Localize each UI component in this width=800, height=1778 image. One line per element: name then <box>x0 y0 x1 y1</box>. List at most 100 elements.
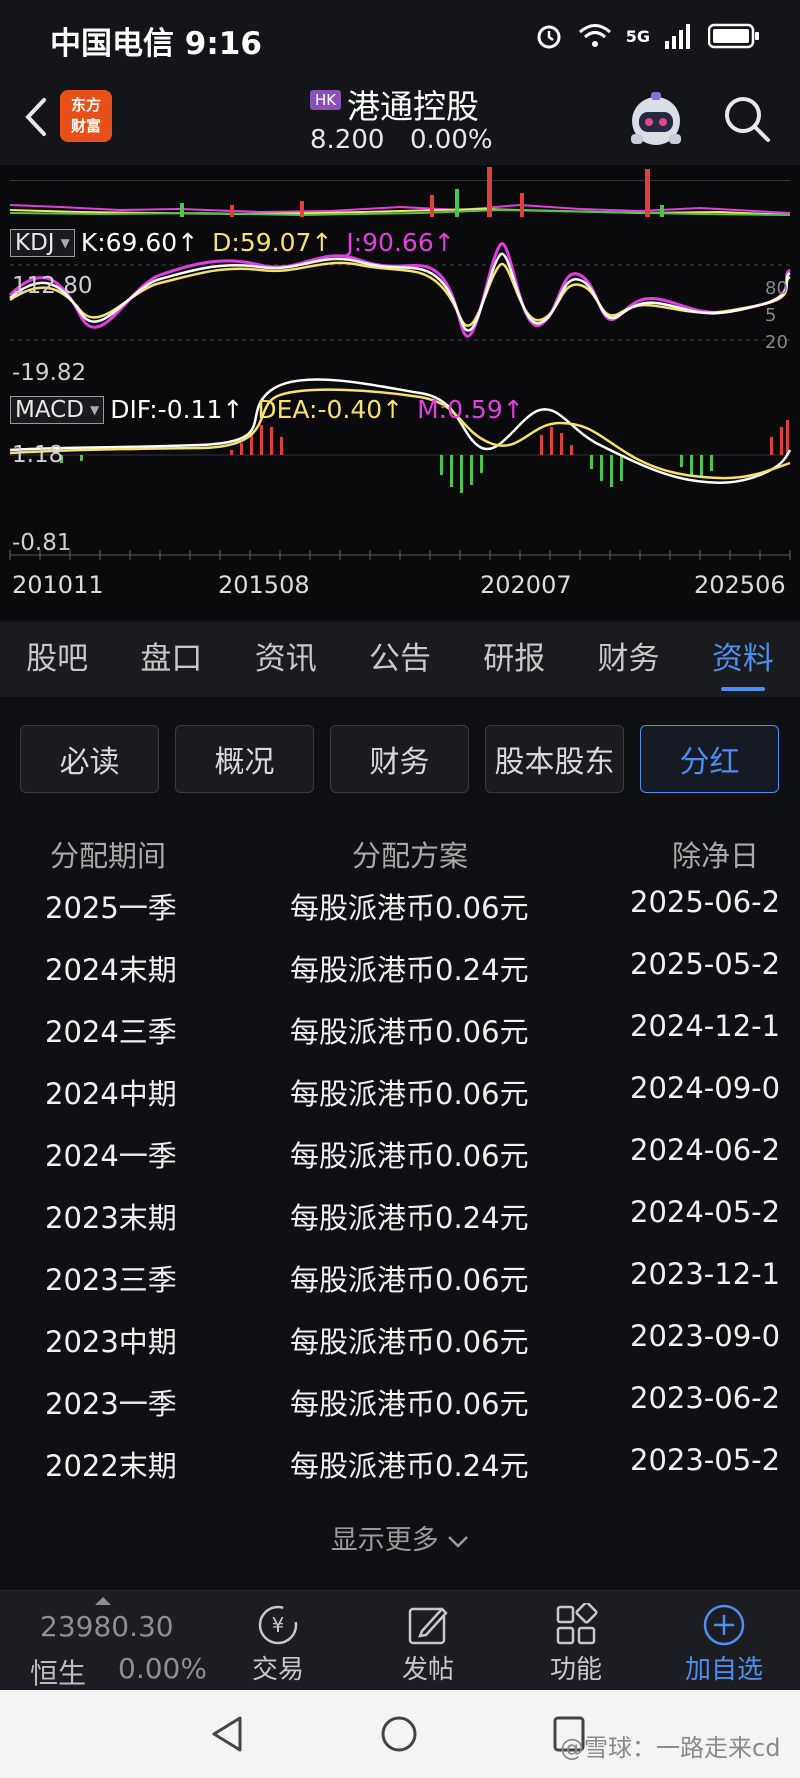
nav-post[interactable]: 发帖 <box>368 1601 488 1686</box>
kdj-y-max: 112.80 <box>12 273 93 299</box>
date-label: 201011 <box>12 571 104 599</box>
tab-finance[interactable]: 财务 <box>571 622 685 697</box>
table-row: 2024末期 每股派港币0.24元 2025-05-2 <box>0 947 800 1009</box>
nav-functions[interactable]: 功能 <box>516 1601 636 1686</box>
ex-date-cell: 2025-05-2 <box>630 947 781 981</box>
period-cell: 2025一季 <box>45 891 177 925</box>
watermark: @雪球：一路走来cd <box>560 1734 781 1762</box>
period-cell: 2023中期 <box>45 1325 177 1359</box>
subtab-finance[interactable]: 财务 <box>330 725 469 793</box>
date-axis <box>9 550 791 560</box>
macd-label: MACD <box>15 396 84 423</box>
tab-news[interactable]: 资讯 <box>229 622 343 697</box>
app-logo[interactable]: 东方 财富 <box>60 90 112 142</box>
table-row: 2024一季 每股派港币0.06元 2024-06-2 <box>0 1133 800 1195</box>
table-row: 2023中期 每股派港币0.06元 2023-09-0 <box>0 1319 800 1381</box>
period-cell: 2023三季 <box>45 1263 177 1297</box>
ex-date-cell: 2025-06-2 <box>630 885 781 919</box>
table-row: 2024三季 每股派港币0.06元 2024-12-1 <box>0 1009 800 1071</box>
network-label: 5G <box>625 26 650 46</box>
nav-add-watchlist[interactable]: 加自选 <box>664 1601 784 1686</box>
kdj-d-value: D:59.07↑ <box>212 228 333 257</box>
kdj-k-value: K:69.60↑ <box>80 228 199 257</box>
tab-pankou[interactable]: 盘口 <box>114 622 228 697</box>
table-row: 2025一季 每股派港币0.06元 2025-06-2 <box>0 885 800 947</box>
back-button[interactable] <box>16 92 56 142</box>
nav-functions-label: 功能 <box>549 1655 602 1685</box>
volume-bars <box>9 167 791 217</box>
index-name[interactable]: 恒生 <box>30 1652 86 1692</box>
market-badge: HK <box>310 90 342 110</box>
system-back-icon[interactable] <box>210 1715 244 1753</box>
period-cell: 2022末期 <box>45 1449 177 1483</box>
kdj-lines <box>8 242 791 341</box>
table-row: 2023三季 每股派港币0.06元 2023-12-1 <box>0 1257 800 1319</box>
subtab-shareholders[interactable]: 股本股东 <box>485 725 624 793</box>
tab-profile[interactable]: 资料 <box>686 622 800 697</box>
ex-date-cell: 2023-06-2 <box>630 1381 781 1415</box>
ex-date-cell: 2024-09-0 <box>630 1071 781 1105</box>
macd-dif-value: DIF:-0.11↑ <box>110 395 244 424</box>
table-row: 2024中期 每股派港币0.06元 2024-09-0 <box>0 1071 800 1133</box>
index-change: 0.00% <box>118 1652 207 1685</box>
kdj-j-value: J:90.66↑ <box>346 228 455 257</box>
tab-guba[interactable]: 股吧 <box>0 622 114 697</box>
plan-cell: 每股派港币0.06元 <box>290 1263 529 1297</box>
tab-announcements[interactable]: 公告 <box>343 622 457 697</box>
ex-date-cell: 2023-05-2 <box>630 1443 781 1477</box>
period-cell: 2023末期 <box>45 1201 177 1235</box>
wifi-icon <box>578 24 611 47</box>
system-home-icon[interactable] <box>380 1715 418 1753</box>
nav-trade[interactable]: ¥ 交易 <box>218 1601 338 1686</box>
plan-cell: 每股派港币0.24元 <box>290 953 529 987</box>
period-cell: 2024三季 <box>45 1015 177 1049</box>
ex-date-cell: 2024-05-2 <box>630 1195 781 1229</box>
period-cell: 2024末期 <box>45 953 177 987</box>
kdj-selector[interactable]: KDJ ▼ <box>10 228 75 257</box>
show-more-label: 显示更多 <box>330 1525 439 1556</box>
subtab-overview[interactable]: 概况 <box>175 725 314 793</box>
macd-y-max: 1.18 <box>12 442 64 468</box>
ex-date-cell: 2023-09-0 <box>630 1319 781 1353</box>
index-value[interactable]: 23980.30 <box>40 1610 174 1643</box>
signal-icon <box>665 24 690 49</box>
svg-text:¥: ¥ <box>272 1613 285 1637</box>
plan-cell: 每股派港币0.24元 <box>290 1449 529 1483</box>
kdj-label: KDJ <box>15 229 55 256</box>
period-cell: 2024一季 <box>45 1139 177 1173</box>
stock-change: 0.00% <box>410 125 493 155</box>
assistant-robot-icon[interactable] <box>625 90 687 152</box>
search-button[interactable] <box>720 92 774 146</box>
tab-research[interactable]: 研报 <box>457 622 571 697</box>
show-more-button[interactable]: 显示更多 <box>0 1518 800 1557</box>
plan-cell: 每股派港币0.06元 <box>290 1015 529 1049</box>
table-row: 2023末期 每股派港币0.24元 2024-05-2 <box>0 1195 800 1257</box>
ex-date-cell: 2024-12-1 <box>630 1009 781 1043</box>
trade-icon: ¥ <box>258 1605 298 1645</box>
plan-cell: 每股派港币0.06元 <box>290 1325 529 1359</box>
macd-indicator-bar: MACD ▼ DIF:-0.11↑ DEA:-0.40↑ M:0.59↑ <box>10 395 524 424</box>
plan-cell: 每股派港币0.06元 <box>290 1077 529 1111</box>
stock-name: 港通控股 <box>347 87 479 126</box>
nav-post-label: 发帖 <box>401 1655 454 1685</box>
date-label: 202007 <box>480 571 572 599</box>
kdj-right-bot: 20 <box>765 332 788 353</box>
kdj-right-mid: 5 <box>765 305 777 326</box>
table-row: 2022末期 每股派港币0.24元 2023-05-2 <box>0 1443 800 1505</box>
alarm-icon <box>537 25 561 49</box>
period-cell: 2023一季 <box>45 1387 177 1421</box>
plan-cell: 每股派港币0.06元 <box>290 891 529 925</box>
macd-m-value: M:0.59↑ <box>417 395 524 424</box>
macd-selector[interactable]: MACD ▼ <box>10 395 105 424</box>
stock-price: 8.200 <box>310 125 385 155</box>
kdj-indicator-bar: KDJ ▼ K:69.60↑ D:59.07↑ J:90.66↑ <box>10 228 455 257</box>
kdj-y-min: -19.82 <box>12 360 87 386</box>
edit-icon <box>408 1607 448 1645</box>
ex-date-cell: 2024-06-2 <box>630 1133 781 1167</box>
subtab-must-read[interactable]: 必读 <box>20 725 159 793</box>
column-header-plan: 分配方案 <box>352 839 469 873</box>
kdj-right-top: 80 <box>765 278 788 299</box>
subtab-dividends[interactable]: 分红 <box>640 725 779 793</box>
status-icons: 5G <box>534 18 760 54</box>
plan-cell: 每股派港币0.06元 <box>290 1387 529 1421</box>
